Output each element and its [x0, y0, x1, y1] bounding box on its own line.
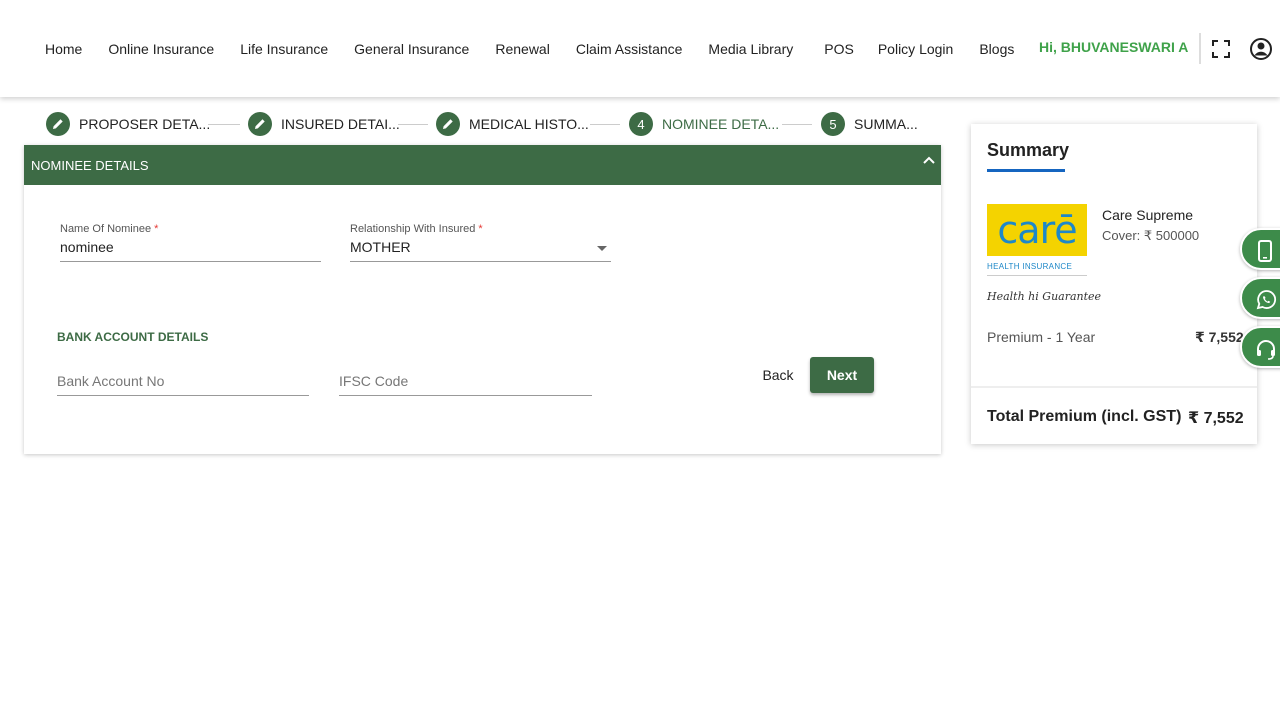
- chevron-up-icon[interactable]: [921, 153, 937, 169]
- step-proposer-details[interactable]: PROPOSER DETA...: [46, 112, 210, 136]
- step-label: NOMINEE DETA...: [662, 116, 780, 132]
- next-button[interactable]: Next: [810, 357, 874, 393]
- top-navigation: Home Online Insurance Life Insurance Gen…: [0, 0, 1280, 97]
- bank-section-title: BANK ACCOUNT DETAILS: [57, 330, 209, 344]
- required-marker: *: [478, 223, 483, 235]
- step-connector: [208, 124, 240, 125]
- relationship-value[interactable]: MOTHER: [350, 239, 611, 257]
- dropdown-arrow-icon[interactable]: [597, 246, 607, 251]
- nav-divider: [1199, 33, 1201, 64]
- step-number: 5: [821, 112, 845, 136]
- account-circle-icon[interactable]: [1249, 37, 1273, 61]
- label-text: Name Of Nominee: [60, 223, 152, 235]
- field-underline: [57, 395, 309, 396]
- support-headset-icon: [1257, 340, 1275, 360]
- step-label: MEDICAL HISTO...: [469, 116, 589, 132]
- whatsapp-icon: [1256, 290, 1276, 310]
- relationship-label: Relationship With Insured *: [350, 223, 611, 235]
- logo-wordmark: carē: [997, 208, 1077, 252]
- nav-home[interactable]: Home: [45, 41, 82, 57]
- nav-renewal[interactable]: Renewal: [495, 41, 549, 57]
- field-underline: [350, 261, 611, 262]
- field-underline: [339, 395, 592, 396]
- main-menu: Home Online Insurance Life Insurance Gen…: [32, 38, 1040, 60]
- ifsc-input[interactable]: [339, 373, 592, 389]
- ifsc-field[interactable]: [339, 373, 592, 397]
- relationship-select[interactable]: Relationship With Insured * MOTHER: [350, 223, 611, 263]
- call-tab[interactable]: [1240, 228, 1280, 270]
- whatsapp-tab[interactable]: [1240, 277, 1280, 319]
- step-insured-details[interactable]: INSURED DETAI...: [248, 112, 400, 136]
- premium-label: Premium - 1 Year: [987, 329, 1096, 345]
- step-nominee-details[interactable]: 4 NOMINEE DETA...: [629, 112, 779, 136]
- required-marker: *: [154, 223, 159, 235]
- logo-tagline: Health hi Guarantee: [987, 290, 1102, 303]
- nominee-form-card: NOMINEE DETAILS Name Of Nominee * nomine…: [24, 145, 941, 454]
- nominee-name-value[interactable]: nominee: [60, 239, 321, 257]
- back-button[interactable]: Back: [754, 357, 802, 393]
- summary-divider: [971, 386, 1257, 388]
- logo-divider: [987, 275, 1087, 276]
- field-underline: [60, 261, 321, 262]
- edit-icon: [436, 112, 460, 136]
- insurer-logo: carē HEALTH INSURANCE Health hi Guarante…: [987, 204, 1101, 310]
- step-label: PROPOSER DETA...: [79, 116, 211, 132]
- phone-icon: [1258, 240, 1272, 262]
- step-summary[interactable]: 5 SUMMA...: [821, 112, 918, 136]
- nav-media-library[interactable]: Media Library: [708, 41, 793, 57]
- support-tab[interactable]: [1240, 326, 1280, 368]
- edit-icon: [46, 112, 70, 136]
- step-label: SUMMA...: [854, 116, 918, 132]
- nav-general-insurance[interactable]: General Insurance: [354, 41, 469, 57]
- nominee-name-label: Name Of Nominee *: [60, 223, 321, 235]
- summary-title-underline: [987, 169, 1065, 172]
- step-connector: [590, 124, 620, 125]
- step-label: INSURED DETAI...: [281, 116, 400, 132]
- summary-card: Summary carē HEALTH INSURANCE Health hi …: [971, 124, 1257, 444]
- step-number: 4: [629, 112, 653, 136]
- nav-online-insurance[interactable]: Online Insurance: [108, 41, 214, 57]
- plan-name: Care Supreme: [1102, 207, 1194, 223]
- step-medical-history[interactable]: MEDICAL HISTO...: [436, 112, 589, 136]
- nav-pos[interactable]: POS: [824, 41, 854, 57]
- fullscreen-icon[interactable]: [1212, 40, 1230, 58]
- summary-title: Summary: [987, 140, 1070, 160]
- user-greeting[interactable]: Hi, BHUVANESWARI A: [1039, 39, 1188, 55]
- edit-icon: [248, 112, 272, 136]
- nominee-name-field[interactable]: Name Of Nominee * nominee: [60, 223, 321, 263]
- nav-claim-assistance[interactable]: Claim Assistance: [576, 41, 683, 57]
- label-text: Relationship With Insured: [350, 223, 476, 235]
- bank-account-input[interactable]: [57, 373, 309, 389]
- form-stepper: PROPOSER DETA... INSURED DETAI... MEDICA…: [24, 108, 941, 140]
- logo-subtitle: HEALTH INSURANCE: [987, 262, 1073, 271]
- bank-account-field[interactable]: [57, 373, 309, 397]
- step-connector: [782, 124, 812, 125]
- nav-blogs[interactable]: Blogs: [979, 41, 1014, 57]
- step-connector: [398, 124, 428, 125]
- section-header[interactable]: NOMINEE DETAILS: [24, 145, 941, 185]
- section-title: NOMINEE DETAILS: [31, 157, 149, 173]
- premium-value: ₹ 7,552: [1195, 329, 1244, 345]
- total-premium-label: Total Premium (incl. GST): [987, 408, 1182, 425]
- total-premium-value: ₹ 7,552: [1188, 410, 1244, 427]
- nav-life-insurance[interactable]: Life Insurance: [240, 41, 328, 57]
- plan-cover: Cover: ₹ 500000: [1102, 228, 1200, 243]
- nav-policy-login[interactable]: Policy Login: [878, 41, 954, 57]
